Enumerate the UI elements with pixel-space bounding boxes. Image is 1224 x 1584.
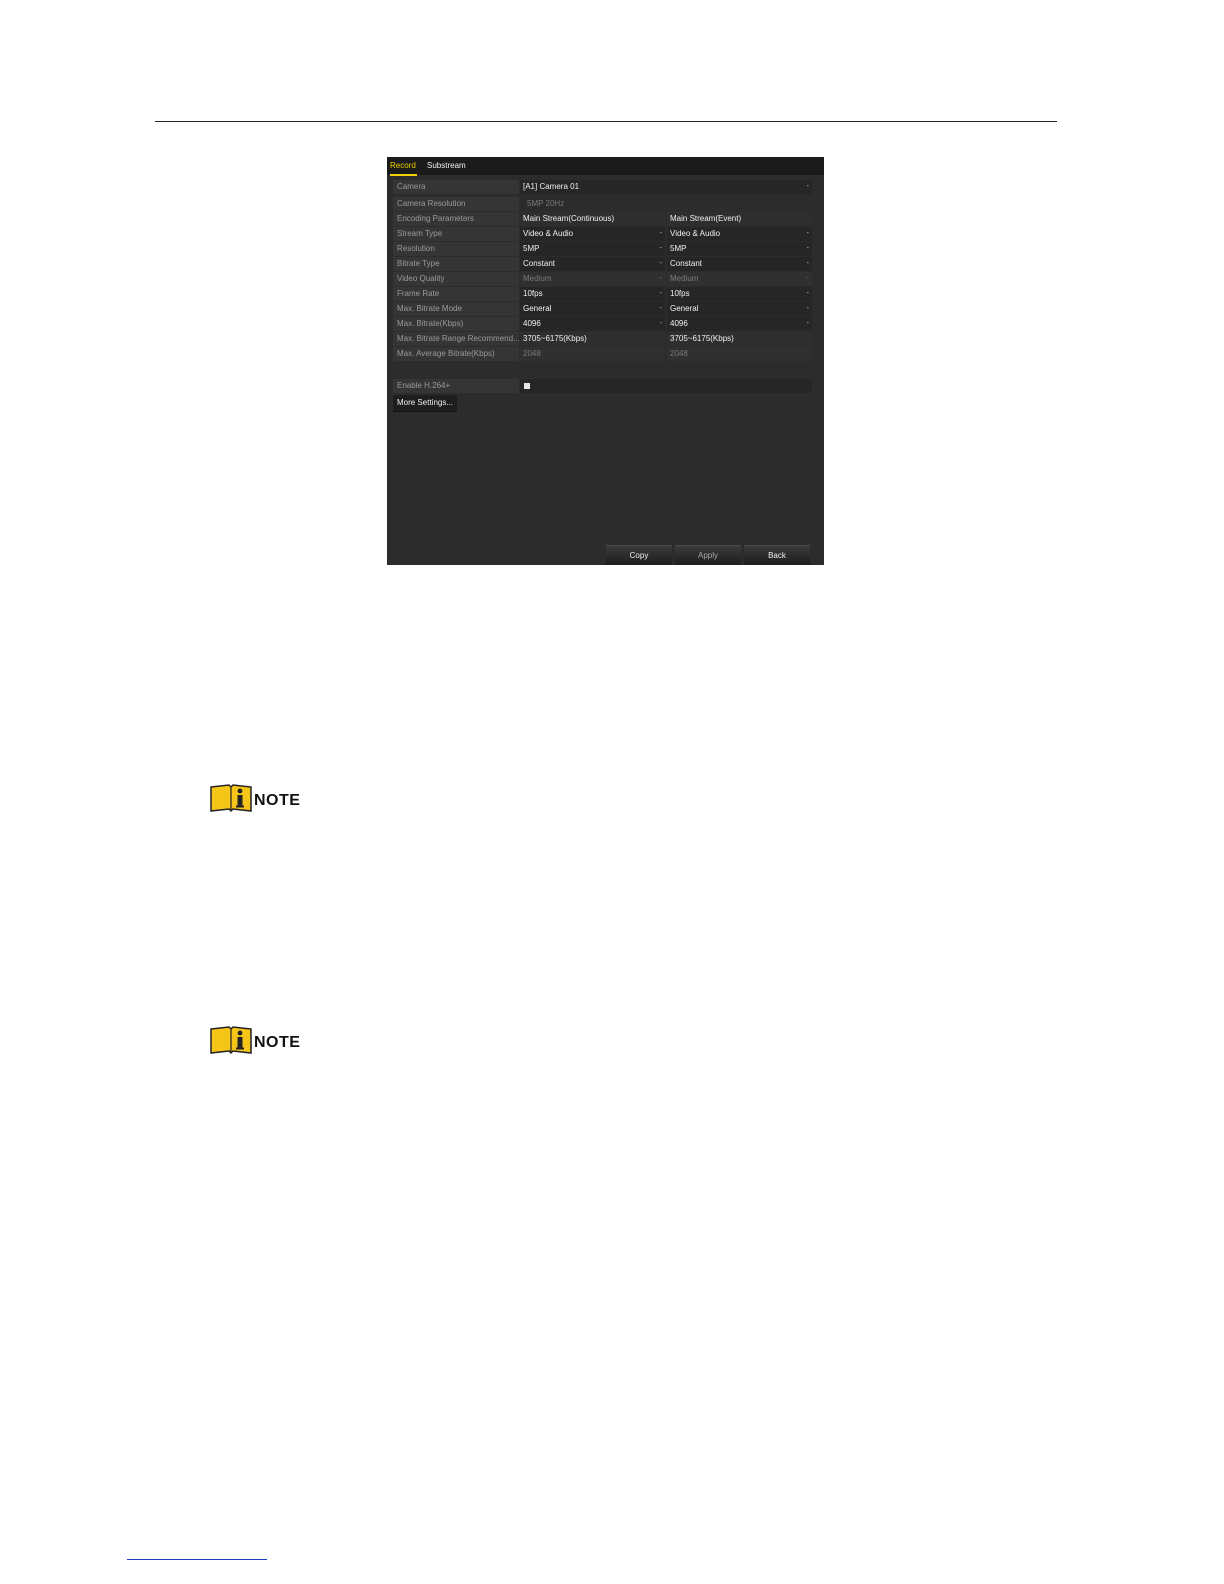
video-quality-row: Video Quality Medium - Medium - [393,272,812,286]
camera-resolution-row: Camera Resolution 5MP 20Hz [393,197,812,211]
h264-plus-cell [520,379,812,393]
frame-rate-value: 10fps [670,289,690,298]
h264-plus-label: Enable H.264+ [393,379,519,393]
resolution-value: 5MP [523,244,540,253]
stream-type-select-event[interactable]: Video & Audio - [667,227,812,241]
max-bitrate-value: 4096 [670,319,688,328]
avg-bitrate-label: Max. Average Bitrate(Kbps) [393,347,519,361]
chevron-down-icon: - [659,245,662,252]
frame-rate-select-continuous[interactable]: 10fps - [520,287,665,301]
chevron-down-icon: - [806,245,809,252]
resolution-row: Resolution 5MP - 5MP - [393,242,812,256]
camera-select[interactable]: [A1] Camera 01 - [520,180,812,194]
note-callout: NOTE [209,783,301,815]
chevron-down-icon: - [806,305,809,312]
bitrate-range-label: Max. Bitrate Range Recommend... [393,332,519,346]
camera-row: Camera [A1] Camera 01 - [393,180,812,194]
stream-type-select-continuous[interactable]: Video & Audio - [520,227,665,241]
chevron-down-icon: - [806,183,809,190]
chevron-down-icon: - [806,230,809,237]
h264-plus-checkbox[interactable] [524,383,530,389]
max-bitrate-mode-label: Max. Bitrate Mode [393,302,519,316]
frame-rate-label: Frame Rate [393,287,519,301]
frame-rate-select-event[interactable]: 10fps - [667,287,812,301]
chevron-down-icon: - [659,230,662,237]
bitrate-type-label: Bitrate Type [393,257,519,271]
resolution-select-continuous[interactable]: 5MP - [520,242,665,256]
frame-rate-row: Frame Rate 10fps - 10fps - [393,287,812,301]
info-book-icon [210,1026,252,1055]
chevron-down-icon: - [806,260,809,267]
max-bitrate-select-continuous[interactable]: 4096 - [520,317,665,331]
max-bitrate-mode-select-continuous[interactable]: General - [520,302,665,316]
main-stream-event-header: Main Stream(Event) [667,212,812,226]
resolution-label: Resolution [393,242,519,256]
chevron-down-icon: - [659,320,662,327]
bitrate-range-event: 3705~6175(Kbps) [667,332,812,346]
stream-type-row: Stream Type Video & Audio - Video & Audio… [393,227,812,241]
stream-type-label: Stream Type [393,227,519,241]
max-bitrate-row: Max. Bitrate(Kbps) 4096 - 4096 - [393,317,812,331]
video-quality-select-continuous: Medium - [520,272,665,286]
bitrate-range-continuous: 3705~6175(Kbps) [520,332,665,346]
chevron-down-icon: - [659,305,662,312]
chevron-down-icon: - [659,275,662,282]
chevron-down-icon: - [659,290,662,297]
apply-button[interactable]: Apply [675,545,741,565]
camera-resolution-label: Camera Resolution [393,197,519,211]
video-quality-select-event: Medium - [667,272,812,286]
back-button[interactable]: Back [744,545,810,565]
avg-bitrate-row: Max. Average Bitrate(Kbps) 2048 2048 [393,347,812,361]
max-bitrate-mode-value: General [670,304,699,313]
max-bitrate-value: 4096 [523,319,541,328]
main-stream-continuous-header: Main Stream(Continuous) [520,212,665,226]
tab-substream[interactable]: Substream [427,160,471,174]
bitrate-type-row: Bitrate Type Constant - Constant - [393,257,812,271]
camera-resolution-value: 5MP 20Hz [520,197,812,211]
max-bitrate-mode-select-event[interactable]: General - [667,302,812,316]
footer-link-rule [127,1559,267,1560]
chevron-down-icon: - [806,290,809,297]
chevron-down-icon: - [659,260,662,267]
info-book-icon [210,784,252,813]
max-bitrate-mode-value: General [523,304,552,313]
bitrate-type-select-event[interactable]: Constant - [667,257,812,271]
encoding-dialog: Record Substream Camera [A1] Camera 01 -… [387,157,824,565]
video-quality-label: Video Quality [393,272,519,286]
tab-record[interactable]: Record [390,160,417,176]
bitrate-type-select-continuous[interactable]: Constant - [520,257,665,271]
max-bitrate-label: Max. Bitrate(Kbps) [393,317,519,331]
tab-bar: Record Substream [387,157,824,176]
max-bitrate-select-event[interactable]: 4096 - [667,317,812,331]
more-settings-button[interactable]: More Settings... [393,395,457,411]
bitrate-type-value: Constant [670,259,703,268]
resolution-select-event[interactable]: 5MP - [667,242,812,256]
avg-bitrate-continuous: 2048 [520,347,665,361]
encoding-parameters-label: Encoding Parameters [393,212,519,226]
stream-type-value: Video & Audio [670,229,721,238]
camera-label: Camera [393,180,519,194]
max-bitrate-mode-row: Max. Bitrate Mode General - General - [393,302,812,316]
bitrate-range-row: Max. Bitrate Range Recommend... 3705~617… [393,332,812,346]
note-label: NOTE [254,792,301,809]
header-rule [155,121,1057,122]
stream-type-value: Video & Audio [523,229,574,238]
resolution-value: 5MP [670,244,687,253]
video-quality-value: Medium [670,274,699,283]
copy-button[interactable]: Copy [606,545,672,565]
video-quality-value: Medium [523,274,552,283]
avg-bitrate-event: 2048 [667,347,812,361]
note-callout: NOTE [209,1025,301,1057]
bitrate-type-value: Constant [523,259,556,268]
encoding-parameters-row: Encoding Parameters Main Stream(Continuo… [393,212,812,226]
frame-rate-value: 10fps [523,289,543,298]
camera-value: [A1] Camera 01 [523,182,580,191]
note-label: NOTE [254,1034,301,1051]
h264-plus-row: Enable H.264+ [393,379,812,393]
chevron-down-icon: - [806,320,809,327]
chevron-down-icon: - [806,275,809,282]
